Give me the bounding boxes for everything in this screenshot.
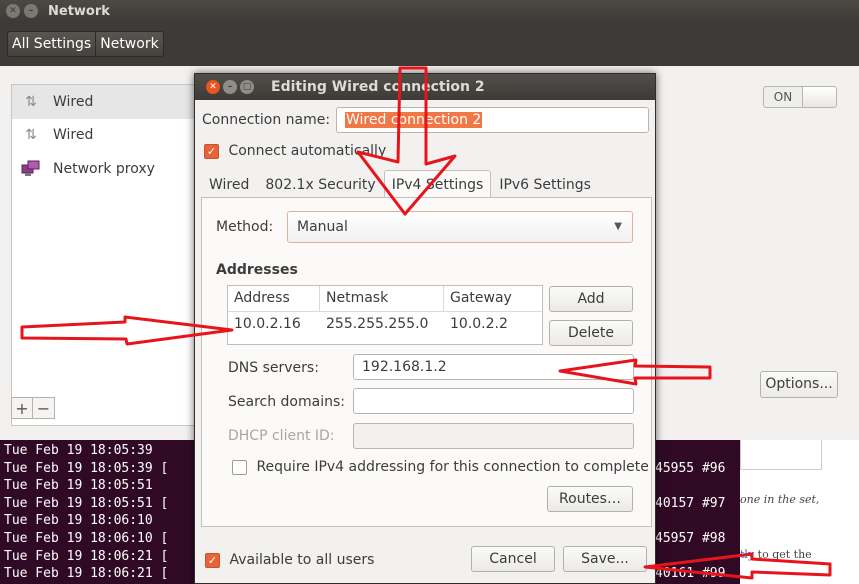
method-select[interactable]: Manual ▼ (287, 211, 633, 243)
tab-8021x-security[interactable]: 802.1x Security (257, 170, 383, 198)
sidebar-item-label: Wired (53, 127, 94, 144)
save-button[interactable]: Save... (563, 546, 647, 572)
search-domains-label: Search domains: (228, 394, 345, 410)
method-label: Method: (216, 219, 274, 235)
gateway-cell[interactable]: 10.0.2.2 (444, 312, 542, 338)
add-connection-button[interactable]: + (11, 397, 33, 419)
tab-wired[interactable]: Wired (201, 170, 257, 198)
sidebar-item-wired-2[interactable]: ⇅ Wired (12, 119, 200, 153)
add-address-button[interactable]: Add (549, 286, 633, 312)
network-proxy-icon (20, 158, 42, 180)
connection-name-input[interactable]: Wired connection 2 (336, 107, 649, 133)
addresses-heading: Addresses (216, 262, 298, 278)
connect-automatically-row[interactable]: ✓ Connect automatically (204, 143, 386, 159)
switch-knob (802, 87, 836, 107)
column-address[interactable]: Address (228, 286, 320, 311)
dns-servers-input[interactable]: 192.168.1.2 (353, 354, 634, 380)
sidebar-item-label: Network proxy (53, 160, 155, 177)
address-cell[interactable]: 10.0.2.16 (228, 312, 320, 338)
network-breadcrumb-button[interactable]: Network (96, 31, 164, 57)
wired-icon: ⇅ (25, 93, 37, 110)
dropdown-arrow-icon: ▼ (614, 221, 622, 232)
table-row[interactable]: 10.0.2.16 255.255.255.0 10.0.2.2 (228, 312, 542, 338)
webpage-box (740, 440, 822, 470)
require-ipv4-row[interactable]: Require IPv4 addressing for this connect… (232, 459, 649, 475)
dialog-title: Editing Wired connection 2 (271, 79, 485, 95)
sidebar-item-network-proxy[interactable]: Network proxy (12, 152, 200, 186)
available-to-all-users-checkbox[interactable]: ✓ (205, 552, 220, 568)
webpage-link[interactable]: tly (740, 548, 754, 561)
connect-automatically-label: Connect automatically (228, 143, 387, 159)
dhcp-client-id-input (353, 423, 634, 449)
connection-list: ⇅ Wired ⇅ Wired Network proxy (11, 84, 201, 426)
dns-servers-label: DNS servers: (228, 360, 319, 376)
available-to-all-users-row[interactable]: ✓ Available to all users (205, 552, 374, 568)
window-title: Network (48, 3, 110, 19)
addresses-table: Address Netmask Gateway 10.0.2.16 255.25… (227, 285, 543, 345)
maximize-icon[interactable]: □ (240, 80, 254, 94)
switch-label: ON (773, 90, 793, 104)
sidebar-item-label: Wired (53, 93, 94, 110)
editing-connection-dialog: ✕ – □ Editing Wired connection 2 Connect… (194, 73, 656, 584)
wired-on-switch[interactable]: ON (763, 86, 837, 108)
require-ipv4-label: Require IPv4 addressing for this connect… (256, 459, 649, 475)
webpage-snippet: tly to get the (740, 548, 812, 561)
tab-ipv6-settings[interactable]: IPv6 Settings (491, 170, 599, 198)
routes-button[interactable]: Routes… (547, 486, 633, 512)
settings-tabs: Wired 802.1x Security IPv4 Settings IPv6… (201, 170, 599, 198)
dialog-titlebar: ✕ – □ Editing Wired connection 2 (195, 74, 655, 100)
connect-automatically-checkbox[interactable]: ✓ (204, 143, 219, 159)
netmask-cell[interactable]: 255.255.255.0 (320, 312, 444, 338)
network-toolbar: All Settings Network (0, 22, 859, 66)
search-domains-input[interactable] (353, 388, 634, 414)
cancel-button[interactable]: Cancel (471, 546, 555, 572)
background-webpage: one in the set, tly to get the (740, 440, 859, 584)
column-netmask[interactable]: Netmask (320, 286, 444, 311)
wired-icon: ⇅ (25, 127, 37, 144)
close-icon[interactable]: ✕ (206, 80, 220, 94)
dhcp-client-id-label: DHCP client ID: (228, 428, 335, 444)
options-button[interactable]: Options... (760, 371, 838, 398)
minimize-icon[interactable]: – (24, 4, 38, 18)
remove-connection-button[interactable]: − (33, 397, 55, 419)
tab-ipv4-settings[interactable]: IPv4 Settings (383, 170, 492, 198)
list-toolbar: + − (11, 397, 55, 423)
connection-name-label: Connection name: (202, 112, 331, 128)
method-value: Manual (297, 219, 348, 235)
connection-name-value: Wired connection 2 (345, 112, 483, 128)
table-header: Address Netmask Gateway (228, 286, 542, 312)
available-to-all-users-label: Available to all users (229, 552, 375, 568)
network-titlebar: ✕ – Network (0, 0, 859, 22)
minimize-icon[interactable]: – (223, 80, 237, 94)
require-ipv4-checkbox[interactable] (232, 459, 247, 475)
delete-address-button[interactable]: Delete (549, 320, 633, 346)
webpage-snippet: one in the set, (740, 493, 820, 506)
close-icon[interactable]: ✕ (6, 4, 20, 18)
sidebar-item-wired-1[interactable]: ⇅ Wired (12, 85, 200, 119)
column-gateway[interactable]: Gateway (444, 286, 542, 311)
all-settings-button[interactable]: All Settings (7, 31, 97, 57)
